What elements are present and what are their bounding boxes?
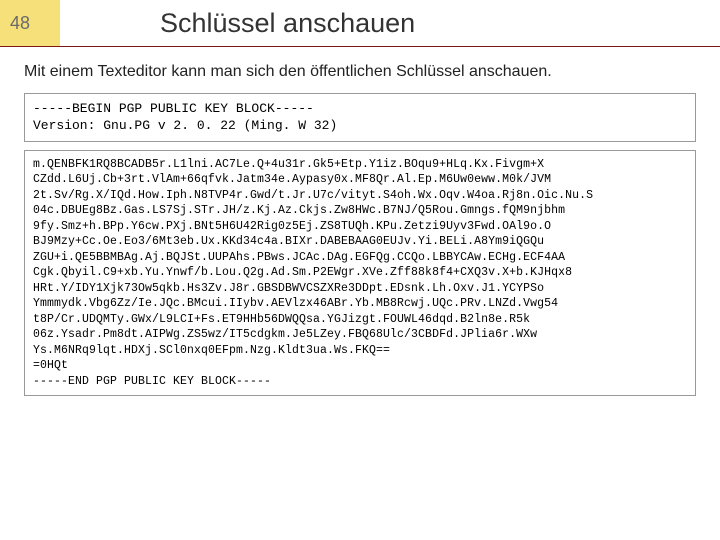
- pgp-header-block: -----BEGIN PGP PUBLIC KEY BLOCK----- Ver…: [24, 93, 696, 142]
- title-wrap: Schlüssel anschauen: [60, 0, 720, 46]
- page-title: Schlüssel anschauen: [160, 8, 415, 39]
- slide-header: 48 Schlüssel anschauen: [0, 0, 720, 47]
- slide-number: 48: [0, 0, 60, 46]
- slide: 48 Schlüssel anschauen Mit einem Textedi…: [0, 0, 720, 540]
- slide-number-text: 48: [10, 13, 30, 34]
- body-text: Mit einem Texteditor kann man sich den ö…: [0, 61, 720, 83]
- pgp-key-block: m.QENBFK1RQ8BCADB5r.L1lni.AC7Le.Q+4u31r.…: [24, 150, 696, 397]
